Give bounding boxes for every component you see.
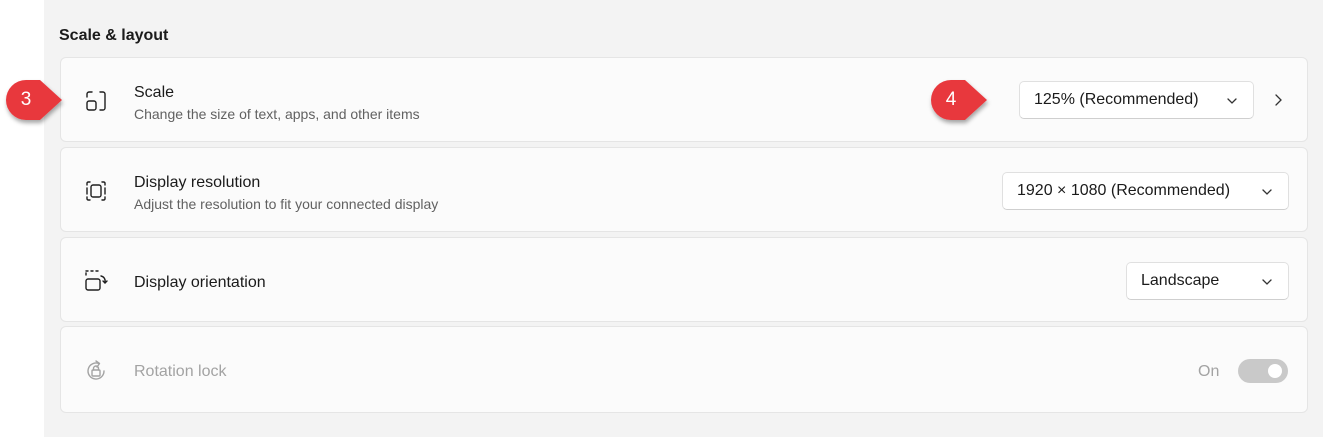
resolution-dropdown[interactable]: 1920 × 1080 (Recommended): [1002, 172, 1289, 210]
scale-description: Change the size of text, apps, and other…: [134, 106, 420, 122]
callout-4: 4: [931, 80, 987, 120]
orientation-dropdown[interactable]: Landscape: [1126, 262, 1289, 300]
resolution-icon: [81, 176, 111, 206]
callout-3: 3: [6, 80, 62, 120]
callout-3-label: 3: [20, 89, 32, 110]
resolution-title: Display resolution: [134, 174, 261, 191]
orientation-icon: [81, 267, 111, 297]
section-title: Scale & layout: [59, 27, 169, 44]
rotation-lock-state: On: [1198, 363, 1220, 380]
chevron-down-icon: [1262, 189, 1272, 195]
chevron-right-icon[interactable]: [1271, 93, 1285, 107]
resolution-dropdown-value: 1920 × 1080 (Recommended): [1017, 182, 1231, 199]
orientation-title: Display orientation: [134, 274, 266, 291]
scale-card[interactable]: Scale Change the size of text, apps, and…: [60, 57, 1308, 142]
rotation-lock-title: Rotation lock: [134, 363, 227, 380]
callout-4-label: 4: [945, 89, 957, 110]
rotation-lock-icon: [81, 356, 111, 386]
resolution-description: Adjust the resolution to fit your connec…: [134, 196, 439, 212]
scale-dropdown[interactable]: 125% (Recommended): [1019, 81, 1254, 119]
chevron-down-icon: [1262, 279, 1272, 285]
scale-icon: [81, 86, 111, 116]
rotation-lock-card: Rotation lock On: [60, 326, 1308, 413]
orientation-dropdown-value: Landscape: [1141, 272, 1220, 289]
rotation-lock-toggle[interactable]: [1238, 359, 1288, 383]
scale-title: Scale: [134, 84, 175, 101]
resolution-card: Display resolution Adjust the resolution…: [60, 147, 1308, 232]
scale-dropdown-value: 125% (Recommended): [1034, 91, 1199, 108]
chevron-down-icon: [1227, 98, 1237, 104]
orientation-card: Display orientation Landscape: [60, 237, 1308, 322]
toggle-knob: [1268, 364, 1282, 378]
